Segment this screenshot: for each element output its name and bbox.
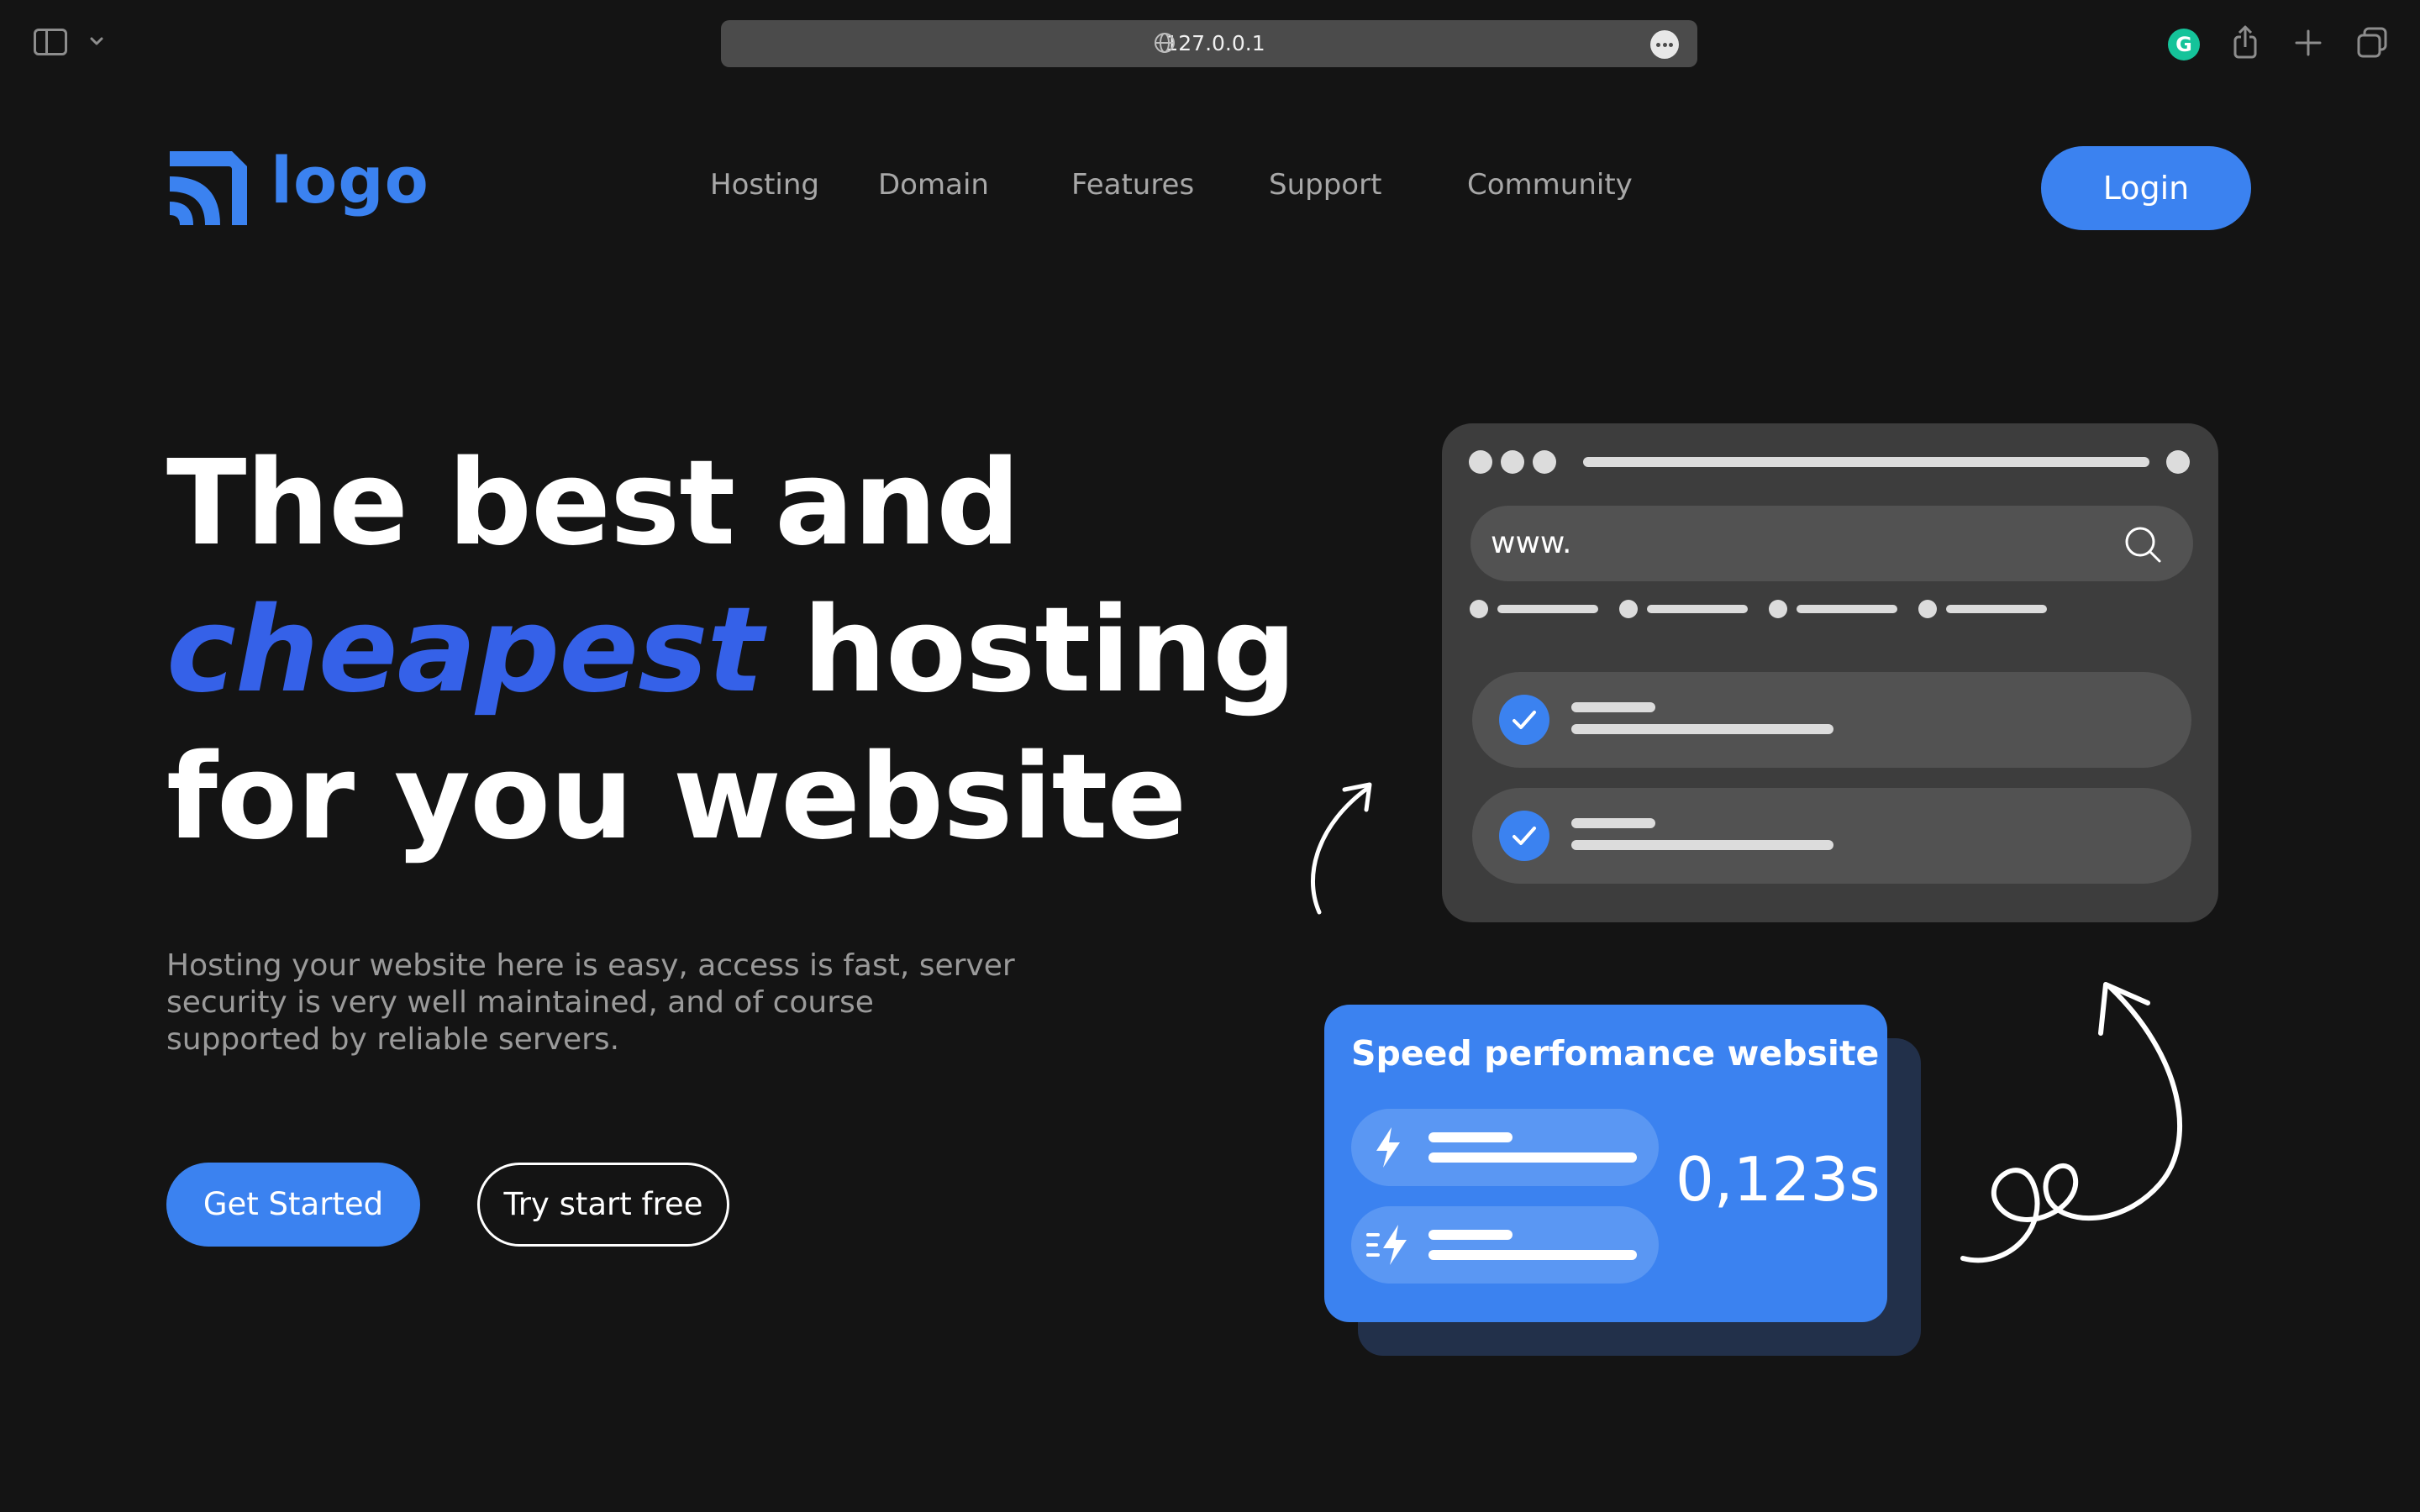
- hero-description: Hosting your website here is easy, acces…: [166, 948, 1015, 1057]
- main-nav: Hosting Domain Features Support Communit…: [710, 168, 1633, 202]
- globe-icon: [1155, 33, 1175, 53]
- mockup-list-item: [1472, 788, 2191, 884]
- nav-support[interactable]: Support: [1269, 168, 1467, 202]
- chevron-down-icon[interactable]: [87, 32, 106, 50]
- arrow-doodle-icon: [1311, 782, 1372, 915]
- grammarly-icon[interactable]: [2168, 29, 2200, 60]
- nav-features[interactable]: Features: [1071, 168, 1269, 202]
- speed-card: Speed perfomance website 0,123s: [1324, 1005, 1887, 1322]
- mockup-list-item: [1472, 672, 2191, 768]
- mockup-search-text: www.: [1491, 526, 1572, 560]
- browser-toolbar: 127.0.0.1: [0, 0, 2420, 84]
- nav-hosting[interactable]: Hosting: [710, 168, 878, 202]
- mockup-toolbar: [1469, 450, 2190, 474]
- nav-domain[interactable]: Domain: [878, 168, 1071, 202]
- speed-card-lines: [1428, 1230, 1637, 1260]
- speed-card-row: [1351, 1206, 1659, 1284]
- more-icon[interactable]: [1650, 30, 1679, 59]
- nav-community[interactable]: Community: [1467, 168, 1633, 202]
- lightning-icon: [1376, 1127, 1400, 1168]
- mockup-menu-links: [1470, 600, 2047, 618]
- headline-line-2: cheapest hosting: [166, 592, 1297, 710]
- check-icon: [1499, 695, 1549, 745]
- headline-accent: cheapest: [166, 582, 763, 719]
- plus-icon[interactable]: [2294, 29, 2323, 57]
- speed-card-title: Speed perfomance website: [1351, 1033, 1880, 1074]
- fast-lightning-icon: [1366, 1225, 1407, 1265]
- loop-arrow-doodle-icon: [1960, 982, 2182, 1263]
- sidebar-icon[interactable]: [34, 29, 67, 55]
- try-free-button[interactable]: Try start free: [477, 1163, 729, 1247]
- share-icon[interactable]: [2230, 25, 2260, 60]
- speed-card-row: [1351, 1109, 1659, 1186]
- headline-line-2-rest: hosting: [802, 582, 1297, 719]
- address-bar[interactable]: 127.0.0.1: [721, 20, 1697, 67]
- get-started-button[interactable]: Get Started: [166, 1163, 420, 1247]
- speed-card-value: 0,123s: [1676, 1144, 1881, 1215]
- mockup-text-lines: [1571, 702, 1833, 734]
- tabs-icon[interactable]: [2356, 27, 2388, 59]
- browser-mockup: www.: [1442, 423, 2218, 922]
- check-icon: [1499, 811, 1549, 861]
- headline-line-3: for you website: [166, 729, 1186, 866]
- logo-text[interactable]: logo: [271, 143, 429, 218]
- speed-card-lines: [1428, 1132, 1637, 1163]
- login-button[interactable]: Login: [2041, 146, 2251, 230]
- search-icon: [2125, 527, 2161, 563]
- logo-icon[interactable]: [166, 146, 250, 230]
- mockup-text-lines: [1571, 818, 1833, 850]
- address-text[interactable]: 127.0.0.1: [721, 20, 1697, 67]
- headline-line-1: The best and: [166, 435, 1020, 572]
- mockup-search-bar: www.: [1470, 506, 2193, 581]
